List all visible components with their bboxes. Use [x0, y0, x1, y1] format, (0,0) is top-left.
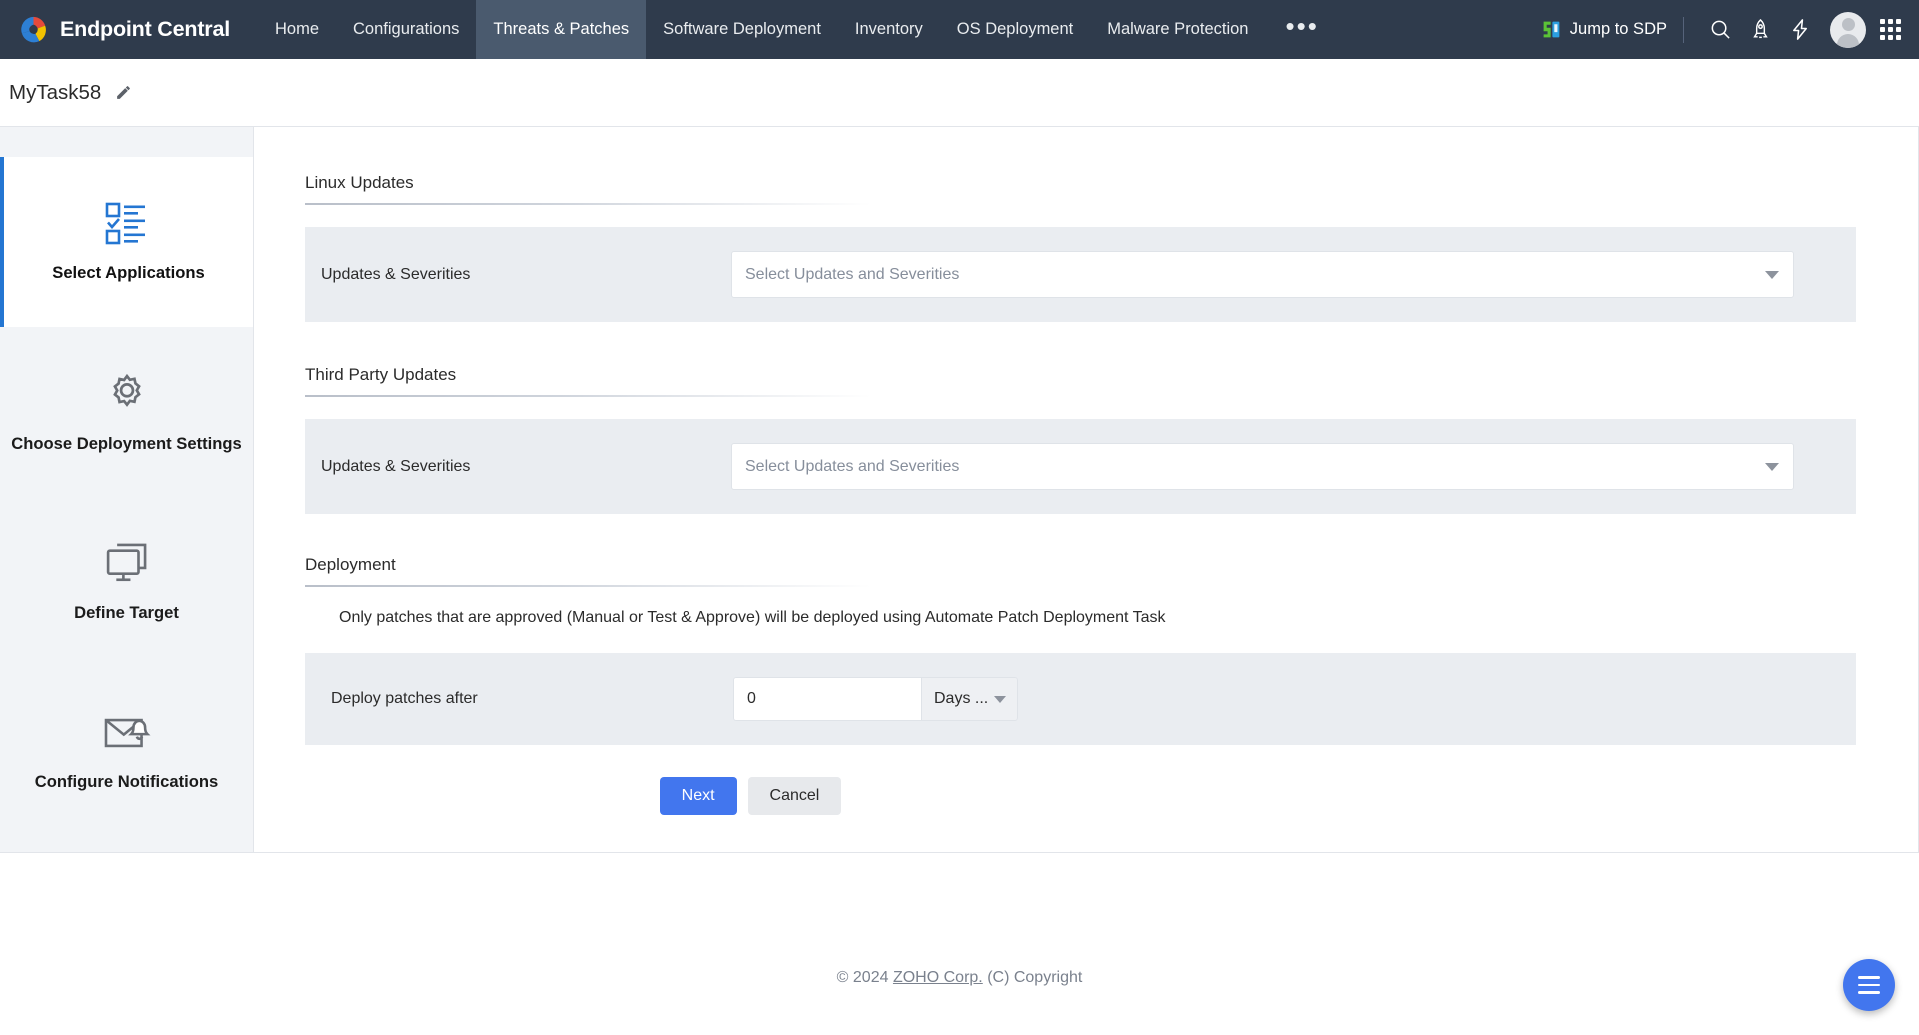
- nav-item-os-deployment[interactable]: OS Deployment: [940, 0, 1090, 59]
- nav-item-threats-and-patches[interactable]: Threats & Patches: [476, 0, 647, 59]
- lightning-icon[interactable]: [1780, 10, 1820, 50]
- deploy-delay-unit-label: Days ...: [934, 690, 989, 707]
- linux-updates-field-label: Updates & Severities: [321, 265, 471, 283]
- avatar[interactable]: [1830, 11, 1866, 48]
- sidebar-item-define-target[interactable]: Define Target: [0, 497, 253, 667]
- third-party-updates-select-placeholder: Select Updates and Severities: [745, 457, 960, 475]
- app-grid-icon[interactable]: [1880, 19, 1901, 40]
- gear-icon: [112, 373, 141, 407]
- nav-item-software-deployment[interactable]: Software Deployment: [646, 0, 838, 59]
- mail-bell-icon: [104, 718, 150, 748]
- third-party-updates-field-label: Updates & Severities: [321, 457, 471, 475]
- chevron-down-icon: [1765, 270, 1779, 279]
- nav-right-cluster: Jump to SDP: [1541, 0, 1905, 59]
- deploy-delay-input[interactable]: [733, 677, 921, 721]
- rocket-icon[interactable]: [1740, 10, 1780, 50]
- sidebar-item-choose-deployment-settings[interactable]: Choose Deployment Settings: [0, 327, 253, 497]
- page-body: Select Applications Choose Deployment Se…: [0, 126, 1919, 853]
- nav-more-button[interactable]: •••: [1265, 0, 1338, 59]
- menu-hamburger-icon: [1858, 991, 1880, 994]
- section-rule: [305, 585, 871, 587]
- wizard-content: Linux Updates Updates & Severities Selec…: [254, 126, 1919, 853]
- deployment-note: Only patches that are approved (Manual o…: [339, 609, 1166, 626]
- linux-updates-select[interactable]: Select Updates and Severities: [731, 251, 1794, 298]
- section-heading-deployment: Deployment: [305, 555, 396, 574]
- sidebar-item-label: Select Applications: [52, 263, 205, 282]
- sidebar-item-configure-notifications[interactable]: Configure Notifications: [0, 667, 253, 837]
- chevron-down-icon: [994, 695, 1006, 703]
- endpoint-central-logo-icon: [21, 16, 46, 43]
- section-rule: [305, 395, 871, 397]
- third-party-updates-field-row: Updates & Severities Select Updates and …: [305, 419, 1856, 514]
- page-title: MyTask58: [9, 80, 102, 104]
- wizard-sidebar: Select Applications Choose Deployment Se…: [0, 126, 254, 853]
- footer-suffix: (C) Copyright: [982, 969, 1083, 986]
- section-rule: [305, 203, 871, 205]
- sidebar-top-spacer: [0, 127, 253, 157]
- linux-updates-select-placeholder: Select Updates and Severities: [745, 265, 960, 283]
- page-title-bar: MyTask58: [0, 59, 1919, 126]
- chevron-down-icon: [1765, 462, 1779, 471]
- deploy-patches-after-row: Deploy patches after Days ...: [305, 653, 1856, 745]
- form-actions: Next Cancel: [305, 745, 1856, 815]
- nav-divider: [1683, 16, 1684, 43]
- next-button[interactable]: Next: [659, 777, 737, 815]
- nav-item-inventory[interactable]: Inventory: [838, 0, 940, 59]
- footer-prefix: © 2024: [836, 969, 893, 986]
- checklist-icon: [105, 202, 145, 245]
- section-heading-linux-updates: Linux Updates: [305, 173, 414, 192]
- help-fab-button[interactable]: [1843, 959, 1895, 1011]
- footer: © 2024 ZOHO Corp. (C) Copyright: [0, 853, 1919, 987]
- third-party-updates-select[interactable]: Select Updates and Severities: [731, 443, 1794, 490]
- menu-hamburger-icon: [1858, 983, 1880, 987]
- footer-zoho-link[interactable]: ZOHO Corp.: [893, 969, 983, 986]
- cancel-button[interactable]: Cancel: [747, 777, 842, 815]
- pencil-icon[interactable]: [115, 84, 132, 101]
- brand[interactable]: Endpoint Central: [18, 14, 230, 45]
- jump-to-sdp-button[interactable]: Jump to SDP: [1541, 19, 1683, 40]
- monitor-icon: [106, 543, 146, 582]
- deploy-delay-stepper: Days ...: [733, 677, 1018, 721]
- nav-item-configurations[interactable]: Configurations: [336, 0, 476, 59]
- top-navigation-bar: Endpoint Central Home Configurations Thr…: [0, 0, 1919, 59]
- search-icon[interactable]: [1700, 10, 1740, 50]
- section-heading-third-party-updates: Third Party Updates: [305, 365, 457, 384]
- nav-item-home[interactable]: Home: [258, 0, 336, 59]
- sidebar-item-label: Choose Deployment Settings: [11, 434, 242, 453]
- brand-name: Endpoint Central: [60, 17, 230, 41]
- nav-items: Home Configurations Threats & Patches So…: [258, 0, 1339, 59]
- nav-item-malware-protection[interactable]: Malware Protection: [1090, 0, 1265, 59]
- sdp-logo-icon: [1543, 21, 1560, 38]
- sidebar-item-label: Define Target: [74, 603, 179, 622]
- jump-to-sdp-label: Jump to SDP: [1569, 20, 1667, 38]
- linux-updates-field-row: Updates & Severities Select Updates and …: [305, 227, 1856, 322]
- deploy-patches-after-label: Deploy patches after: [331, 690, 478, 707]
- sidebar-item-label: Configure Notifications: [34, 772, 219, 791]
- menu-hamburger-icon: [1858, 976, 1880, 979]
- deploy-delay-unit-select[interactable]: Days ...: [921, 677, 1018, 721]
- sidebar-item-select-applications[interactable]: Select Applications: [0, 157, 253, 327]
